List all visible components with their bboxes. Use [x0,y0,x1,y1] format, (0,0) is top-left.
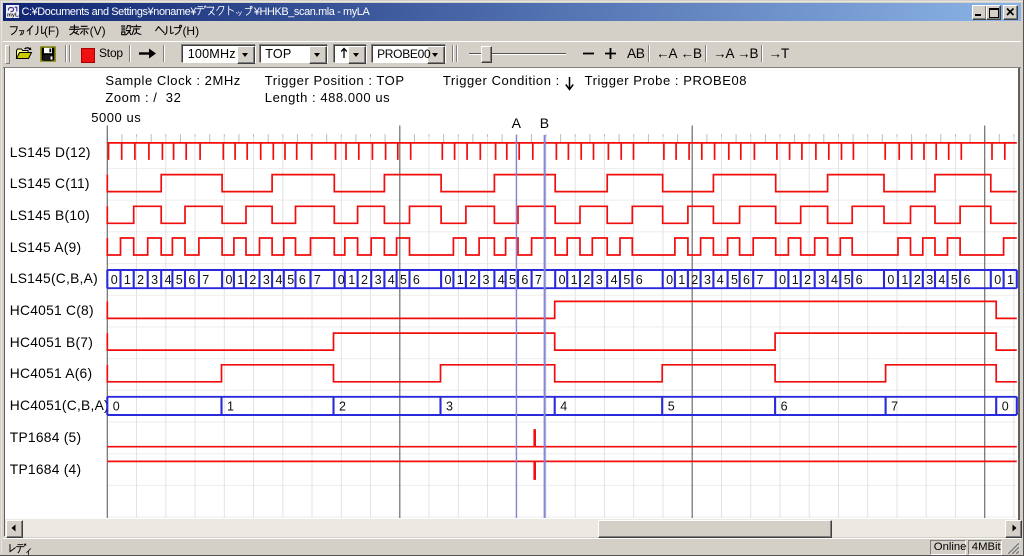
svg-text:3: 3 [596,273,603,287]
svg-text:1: 1 [901,273,908,287]
svg-text:6: 6 [856,273,863,287]
svg-text:0: 0 [226,273,233,287]
svg-text:6: 6 [413,273,420,287]
svg-text:0: 0 [559,273,566,287]
svg-text:6: 6 [636,273,643,287]
svg-text:5: 5 [844,273,851,287]
svg-text:1: 1 [678,273,685,287]
svg-text:2: 2 [361,273,368,287]
svg-text:3: 3 [446,400,453,414]
svg-text:1: 1 [1007,273,1014,287]
svg-text:2: 2 [339,400,346,414]
svg-text:5: 5 [668,400,675,414]
svg-text:3: 3 [926,273,933,287]
svg-text:2: 2 [469,273,476,287]
svg-text:5: 5 [951,273,958,287]
svg-text:6: 6 [299,273,306,287]
svg-text:0: 0 [445,273,452,287]
svg-text:3: 3 [375,273,382,287]
svg-text:7: 7 [314,273,321,287]
svg-text:3: 3 [483,273,490,287]
svg-text:5: 5 [731,273,738,287]
svg-text:7: 7 [535,273,542,287]
svg-text:2: 2 [804,273,811,287]
svg-text:5: 5 [509,273,516,287]
svg-text:1: 1 [571,273,578,287]
svg-text:6: 6 [521,273,528,287]
svg-text:5: 5 [287,273,294,287]
svg-text:6: 6 [964,273,971,287]
svg-text:0: 0 [666,273,673,287]
svg-text:3: 3 [704,273,711,287]
svg-text:6: 6 [781,400,788,414]
svg-text:7: 7 [202,273,209,287]
svg-text:1: 1 [457,273,464,287]
svg-text:1: 1 [227,400,234,414]
svg-text:0: 0 [111,273,118,287]
svg-text:0: 0 [113,400,120,414]
svg-text:2: 2 [249,273,256,287]
svg-text:7: 7 [891,400,898,414]
svg-text:2: 2 [583,273,590,287]
svg-text:4: 4 [276,273,283,287]
svg-text:3: 3 [263,273,270,287]
svg-text:3: 3 [818,273,825,287]
svg-text:0: 0 [1002,400,1009,414]
svg-text:6: 6 [743,273,750,287]
svg-text:0: 0 [887,273,894,287]
svg-text:4: 4 [165,273,172,287]
svg-text:4: 4 [388,273,395,287]
svg-text:0: 0 [994,273,1001,287]
svg-text:2: 2 [914,273,921,287]
svg-text:0: 0 [779,273,786,287]
svg-text:1: 1 [237,273,244,287]
svg-text:1: 1 [348,273,355,287]
svg-text:2: 2 [137,273,144,287]
svg-text:4: 4 [831,273,838,287]
svg-text:7: 7 [757,273,764,287]
svg-text:5: 5 [623,273,630,287]
svg-text:0: 0 [338,273,345,287]
svg-text:1: 1 [124,273,131,287]
svg-text:4: 4 [611,273,618,287]
svg-text:4: 4 [717,273,724,287]
svg-text:5: 5 [400,273,407,287]
svg-text:6: 6 [188,273,195,287]
svg-text:4: 4 [938,273,945,287]
svg-text:1: 1 [792,273,799,287]
svg-text:2: 2 [691,273,698,287]
svg-text:5: 5 [176,273,183,287]
svg-text:3: 3 [151,273,158,287]
svg-text:4: 4 [498,273,505,287]
svg-text:4: 4 [560,400,567,414]
